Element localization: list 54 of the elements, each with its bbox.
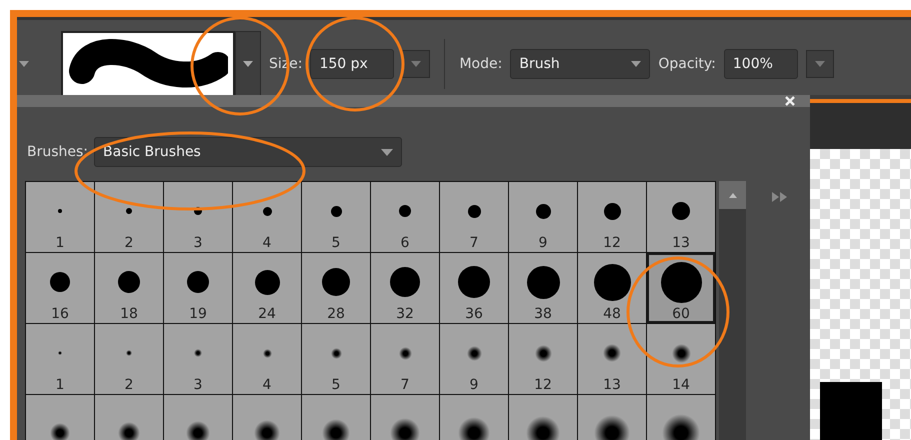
caret-icon [631, 60, 642, 66]
brush-preset[interactable]: 12 [578, 182, 646, 252]
brush-preset[interactable]: 13 [647, 182, 715, 252]
mode-value: Brush [519, 56, 560, 72]
opacity-field[interactable]: 100% [724, 48, 798, 78]
scrollbar[interactable] [719, 181, 746, 440]
opacity-slider-button[interactable] [806, 50, 834, 78]
caret-icon [411, 60, 422, 66]
brush-preset[interactable]: 14 [647, 324, 715, 394]
brush-preset[interactable]: 1 [26, 182, 94, 252]
brush-preset[interactable]: 7 [440, 182, 508, 252]
brush-preset[interactable]: 6 [371, 182, 439, 252]
brush-preset[interactable]: 60 [647, 253, 715, 323]
brush-preset[interactable]: 7 [371, 324, 439, 394]
mode-label: Mode: [459, 56, 502, 72]
scroll-up-icon[interactable] [728, 192, 736, 198]
panel-menu-icon[interactable] [772, 192, 788, 202]
brush-preset[interactable]: 36 [440, 253, 508, 323]
brushes-label: Brushes: [27, 144, 88, 160]
caret-icon[interactable] [19, 60, 29, 66]
brush-set-dropdown[interactable]: Basic Brushes [94, 137, 402, 167]
brush-preset[interactable]: 5 [302, 182, 370, 252]
brush-preset[interactable]: 9 [440, 324, 508, 394]
close-icon[interactable] [784, 95, 796, 107]
brush-preset[interactable]: 19 [164, 253, 232, 323]
brush-set-value: Basic Brushes [103, 144, 201, 160]
brush-preset[interactable]: 13 [578, 324, 646, 394]
opacity-label: Opacity: [658, 56, 716, 72]
brush-preset[interactable]: 3 [164, 324, 232, 394]
brush-preset[interactable]: 5 [302, 324, 370, 394]
filled-shape [820, 382, 882, 440]
size-slider-button[interactable] [402, 50, 430, 78]
brush-preset[interactable]: 2 [95, 182, 163, 252]
brush-preset[interactable]: 48 [578, 253, 646, 323]
brush-preset[interactable]: 2 [95, 324, 163, 394]
brush-preview[interactable] [61, 30, 235, 96]
brush-preset[interactable]: 16 [26, 253, 94, 323]
caret-icon [381, 148, 394, 156]
brush-preset[interactable]: 38 [509, 253, 577, 323]
brush-preset[interactable]: 24 [233, 253, 301, 323]
brush-preset[interactable]: 4 [233, 324, 301, 394]
brush-preset[interactable]: 28 [302, 253, 370, 323]
caret-icon [814, 60, 825, 66]
brush-preset[interactable]: 3 [164, 182, 232, 252]
brush-dropdown-button[interactable] [235, 30, 261, 96]
brush-preset[interactable]: 18 [95, 253, 163, 323]
mode-dropdown[interactable]: Brush [510, 48, 650, 78]
size-field[interactable]: 150 px [310, 48, 394, 78]
brush-preset[interactable]: 12 [509, 324, 577, 394]
brush-preset[interactable]: 1 [26, 324, 94, 394]
brush-preset[interactable]: 9 [509, 182, 577, 252]
brush-preset[interactable]: 32 [371, 253, 439, 323]
caret-icon [243, 60, 253, 66]
brush-preset[interactable]: 4 [233, 182, 301, 252]
